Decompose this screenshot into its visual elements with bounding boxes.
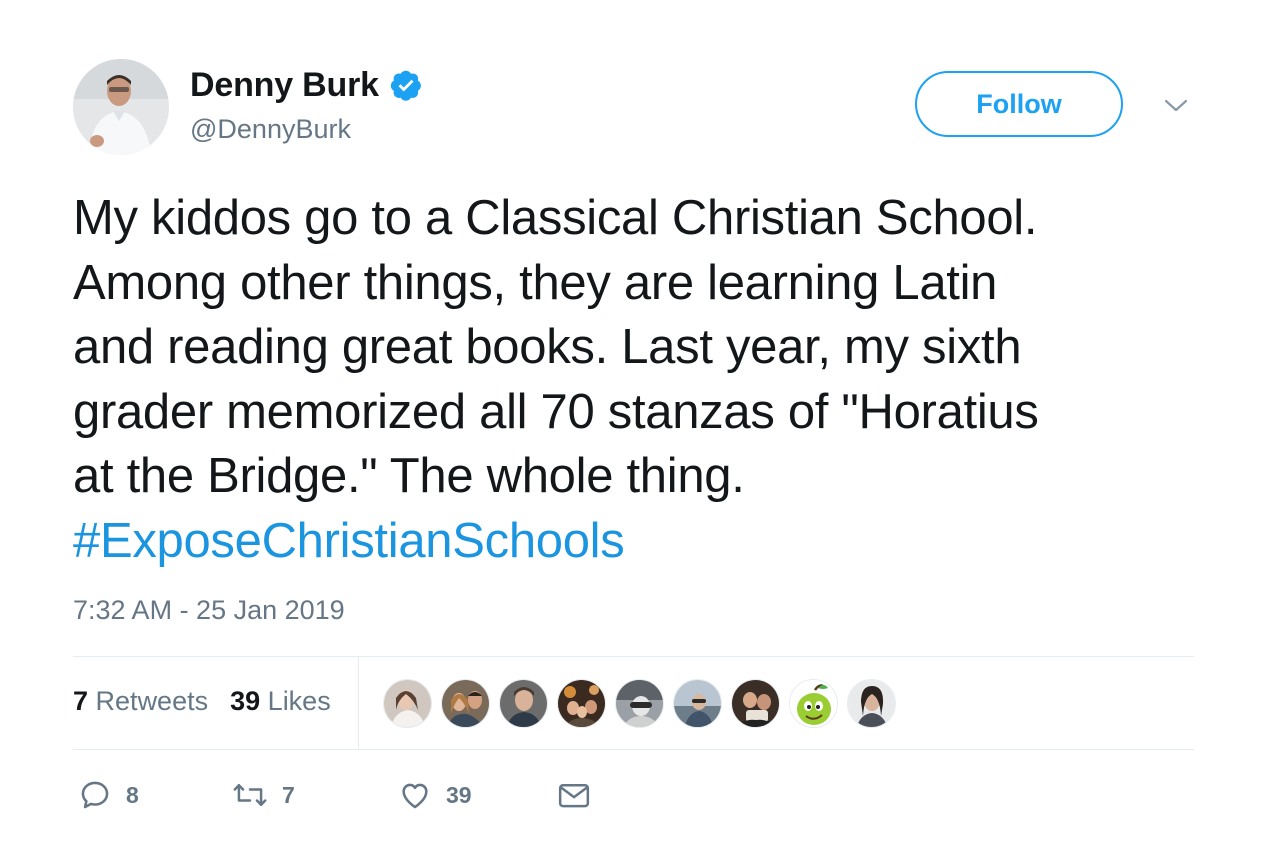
retweets-count: 7 bbox=[73, 686, 89, 716]
reply-icon bbox=[81, 781, 109, 809]
chevron-down-icon[interactable] bbox=[1163, 96, 1189, 116]
like-button[interactable]: 39 bbox=[398, 778, 472, 812]
retweets-stat[interactable]: 7 Retweets bbox=[73, 686, 208, 717]
divider bbox=[73, 749, 1194, 750]
author-avatar-image bbox=[73, 59, 169, 155]
tweet-text-line: My kiddos go to a Classical Christian Sc… bbox=[73, 191, 1038, 245]
tweet-text-line: Among other things, they are learning La… bbox=[73, 255, 998, 310]
envelope-icon bbox=[558, 784, 590, 808]
author-display-name[interactable]: Denny Burk bbox=[190, 66, 379, 105]
divider bbox=[73, 656, 1194, 657]
heart-icon bbox=[402, 783, 428, 809]
liker-avatar[interactable] bbox=[673, 679, 722, 728]
hashtag-link[interactable]: #ExposeChristianSchools bbox=[73, 509, 1213, 574]
liker-avatar[interactable] bbox=[441, 679, 490, 728]
likes-stat[interactable]: 39 Likes bbox=[230, 686, 331, 717]
author-handle[interactable]: @DennyBurk bbox=[190, 114, 351, 145]
direct-message-button[interactable] bbox=[556, 778, 592, 812]
tweet-text-line: and reading great books. Last year, my s… bbox=[73, 320, 1022, 374]
tweet-text-line: at the Bridge." The whole thing. bbox=[73, 449, 745, 503]
retweets-label: Retweets bbox=[95, 686, 209, 716]
retweet-count: 7 bbox=[282, 781, 295, 808]
author-name-row: Denny Burk bbox=[190, 64, 423, 106]
liker-avatars bbox=[383, 679, 896, 728]
liker-avatar[interactable] bbox=[847, 679, 896, 728]
tweet-text: My kiddos go to a Classical Christian Sc… bbox=[73, 186, 1213, 573]
liker-avatar[interactable] bbox=[557, 679, 606, 728]
engagement-stats: 7 Retweets 39 Likes bbox=[73, 686, 331, 717]
tweet-card: Denny Burk @DennyBurk Follow My kiddos g… bbox=[0, 0, 1267, 850]
likes-count: 39 bbox=[230, 686, 261, 716]
likes-label: Likes bbox=[267, 686, 331, 716]
retweet-icon bbox=[233, 784, 267, 806]
liker-avatar[interactable] bbox=[499, 679, 548, 728]
retweet-button[interactable]: 7 bbox=[232, 778, 295, 812]
tweet-timestamp[interactable]: 7:32 AM - 25 Jan 2019 bbox=[73, 595, 345, 626]
liker-avatar[interactable] bbox=[383, 679, 432, 728]
stats-separator bbox=[358, 657, 359, 749]
reply-button[interactable]: 8 bbox=[78, 778, 139, 812]
verified-badge-icon bbox=[389, 68, 423, 102]
author-avatar[interactable] bbox=[73, 59, 169, 155]
liker-avatar[interactable] bbox=[615, 679, 664, 728]
like-count: 39 bbox=[446, 781, 472, 808]
liker-avatar[interactable] bbox=[789, 679, 838, 728]
follow-button[interactable]: Follow bbox=[915, 71, 1123, 137]
tweet-text-line: grader memorized all 70 stanzas of "Hora… bbox=[73, 384, 1039, 439]
liker-avatar[interactable] bbox=[731, 679, 780, 728]
reply-count: 8 bbox=[126, 781, 139, 808]
